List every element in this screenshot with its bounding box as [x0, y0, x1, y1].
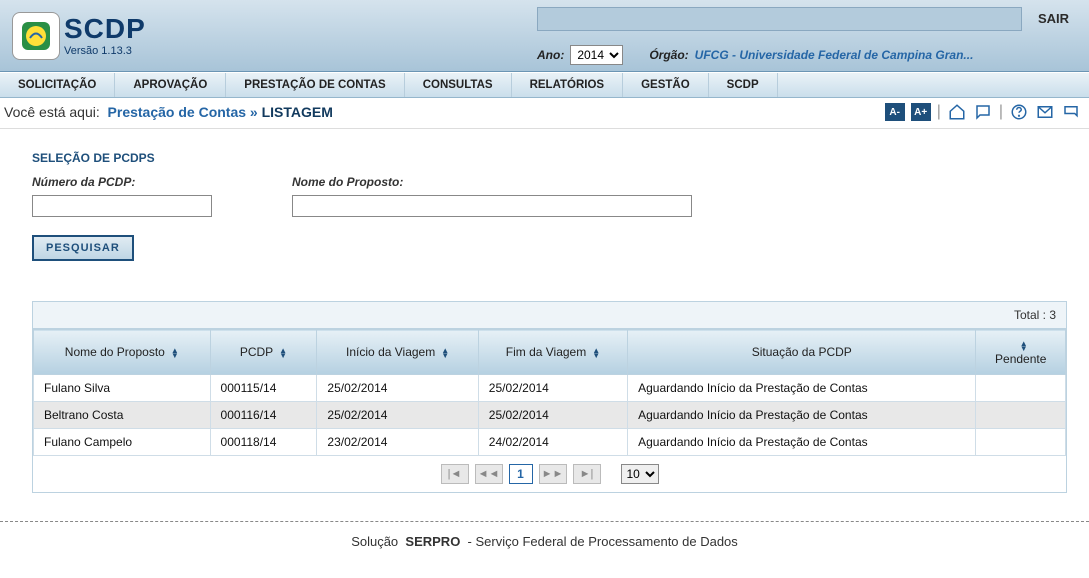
total-value: 3	[1049, 308, 1056, 322]
pager-prev-button[interactable]: ◄◄	[475, 464, 503, 484]
col-pcdp[interactable]: PCDP▲▼	[210, 330, 317, 375]
logo-area: SCDP Versão 1.13.3	[12, 12, 146, 60]
nome-label: Nome do Proposto:	[292, 175, 692, 189]
breadcrumb: Você está aqui: Prestação de Contas » LI…	[4, 104, 333, 120]
divider	[0, 521, 1089, 522]
toolbar-icons: A- A+ | |	[885, 102, 1081, 122]
section-title: SELEÇÃO DE PCDPS	[32, 151, 1067, 165]
chat-icon[interactable]	[973, 102, 993, 122]
home-icon[interactable]	[947, 102, 967, 122]
toolbar-divider: |	[999, 103, 1003, 121]
pager-first-button[interactable]: |◄	[441, 464, 469, 484]
search-button[interactable]: PESQUISAR	[32, 235, 134, 261]
toolbar-divider: |	[937, 103, 941, 121]
table-row[interactable]: Fulano Campelo 000118/14 23/02/2014 24/0…	[34, 429, 1066, 456]
main-menu: SOLICITAÇÃO APROVAÇÃO PRESTAÇÃO DE CONTA…	[0, 72, 1089, 98]
mail-icon[interactable]	[1035, 102, 1055, 122]
breadcrumb-bar: Você está aqui: Prestação de Contas » LI…	[0, 98, 1089, 129]
pager-last-button[interactable]: ►|	[573, 464, 601, 484]
sort-icon: ▲▼	[441, 348, 449, 358]
nome-input[interactable]	[292, 195, 692, 217]
col-pendente[interactable]: ▲▼Pendente	[976, 330, 1066, 375]
pager: |◄ ◄◄ 1 ►► ►| 10	[33, 456, 1066, 492]
content: SELEÇÃO DE PCDPS Número da PCDP: Nome do…	[0, 129, 1089, 503]
col-fim[interactable]: Fim da Viagem▲▼	[478, 330, 627, 375]
menu-scdp[interactable]: SCDP	[709, 73, 778, 97]
breadcrumb-prefix: Você está aqui:	[4, 104, 100, 120]
orgao-link[interactable]: UFCG - Universidade Federal de Campina G…	[695, 48, 974, 62]
total-label: Total :	[1014, 308, 1046, 322]
orgao-label: Órgão:	[649, 48, 688, 62]
help-icon[interactable]	[1009, 102, 1029, 122]
breadcrumb-current: LISTAGEM	[262, 104, 333, 120]
app-abbrev: SCDP	[64, 15, 146, 43]
header-bar: SCDP Versão 1.13.3 SAIR Ano: 2014 Órgão:…	[0, 0, 1089, 72]
header-spacer	[537, 7, 1022, 31]
menu-aprovacao[interactable]: APROVAÇÃO	[115, 73, 226, 97]
col-situacao[interactable]: Situação da PCDP	[628, 330, 976, 375]
table-row[interactable]: Beltrano Costa 000116/14 25/02/2014 25/0…	[34, 402, 1066, 429]
pcdp-label: Número da PCDP:	[32, 175, 212, 189]
breadcrumb-link[interactable]: Prestação de Contas	[108, 104, 247, 120]
breadcrumb-sep-icon: »	[250, 104, 262, 120]
pager-page[interactable]: 1	[509, 464, 533, 484]
app-version: Versão 1.13.3	[64, 45, 146, 57]
menu-solicitacao[interactable]: SOLICITAÇÃO	[0, 73, 115, 97]
pcdp-input[interactable]	[32, 195, 212, 217]
menu-relatorios[interactable]: RELATÓRIOS	[512, 73, 624, 97]
sort-icon: ▲▼	[1020, 341, 1028, 351]
logout-link[interactable]: SAIR	[1030, 7, 1077, 31]
pager-size-select[interactable]: 10	[621, 464, 659, 484]
footer: Solução SERPRO - Serviço Federal de Proc…	[0, 534, 1089, 559]
results-table: Nome do Proposto▲▼ PCDP▲▼ Início da Viag…	[33, 329, 1066, 456]
ano-select[interactable]: 2014	[570, 45, 623, 65]
table-row[interactable]: Fulano Silva 000115/14 25/02/2014 25/02/…	[34, 375, 1066, 402]
sort-icon: ▲▼	[279, 348, 287, 358]
feedback-icon[interactable]	[1061, 102, 1081, 122]
menu-gestao[interactable]: GESTÃO	[623, 73, 709, 97]
sort-icon: ▲▼	[171, 348, 179, 358]
results-table-wrap: Total : 3 Nome do Proposto▲▼ PCDP▲▼ Iníc…	[32, 301, 1067, 493]
font-decrease-button[interactable]: A-	[885, 103, 905, 121]
menu-consultas[interactable]: CONSULTAS	[405, 73, 512, 97]
pager-next-button[interactable]: ►►	[539, 464, 567, 484]
font-increase-button[interactable]: A+	[911, 103, 931, 121]
total-row: Total : 3	[33, 302, 1066, 329]
col-nome[interactable]: Nome do Proposto▲▼	[34, 330, 211, 375]
ano-label: Ano:	[537, 48, 564, 62]
col-inicio[interactable]: Início da Viagem▲▼	[317, 330, 478, 375]
logo-icon	[12, 12, 60, 60]
menu-prestacao[interactable]: PRESTAÇÃO DE CONTAS	[226, 73, 404, 97]
sort-icon: ▲▼	[592, 348, 600, 358]
